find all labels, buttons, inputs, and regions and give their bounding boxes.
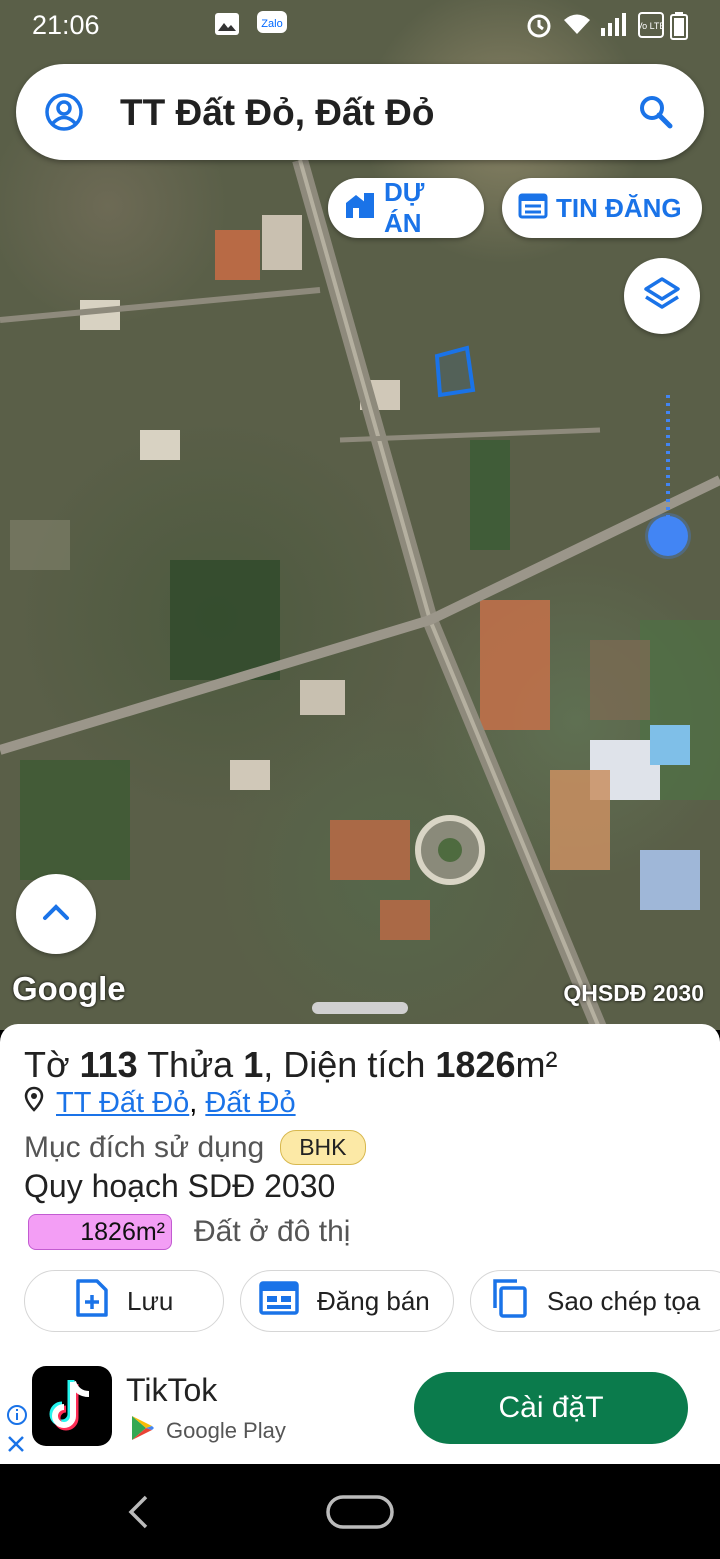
alarm-icon: [526, 12, 552, 44]
calendar-icon: [259, 1280, 299, 1323]
parcel-area-label: Diện tích: [283, 1044, 426, 1085]
location-dot-icon: [648, 516, 688, 556]
ad-store-row: Google Play: [130, 1414, 286, 1448]
copy-coordinates-button[interactable]: Sao chép tọa: [470, 1270, 720, 1332]
address-link-district[interactable]: Đất Đỏ: [205, 1087, 295, 1119]
zalo-label: Zalo: [261, 18, 282, 30]
copy-label: Sao chép tọa: [547, 1285, 701, 1316]
ad-app-name: TikTok: [126, 1372, 218, 1408]
search-bar[interactable]: TT Đất Đỏ, Đất Đỏ: [16, 64, 704, 160]
purpose-label: Mục đích sử dụng: [24, 1130, 265, 1164]
google-logo: Google: [12, 970, 126, 1007]
parcel-area-unit: m²: [515, 1044, 558, 1085]
search-title[interactable]: TT Đất Đỏ, Đất Đỏ: [120, 92, 434, 134]
parcel-address: TT Đất Đỏ, Đất Đỏ: [24, 1086, 296, 1120]
gallery-icon: [214, 12, 240, 42]
status-bar: 21:06 Zalo Vo LTE: [0, 0, 720, 50]
parcel-thua-number: 1: [243, 1044, 264, 1085]
battery-icon: [670, 12, 688, 46]
plan-landuse-label: Đất ở đô thị: [194, 1215, 351, 1248]
copy-icon: [489, 1278, 529, 1325]
layers-icon: [642, 274, 682, 319]
sell-label: Đăng bán: [317, 1285, 430, 1316]
tin-dang-button[interactable]: TIN ĐĂNG: [502, 178, 702, 238]
save-button[interactable]: Lưu: [24, 1270, 224, 1332]
wifi-icon: [562, 12, 592, 42]
volte-label: Vo LTE: [638, 21, 664, 31]
expand-sheet-button[interactable]: [16, 874, 96, 954]
du-an-button[interactable]: DỰ ÁN: [328, 177, 484, 238]
plan-title: Quy hoạch SDĐ 2030: [24, 1168, 336, 1204]
building-icon: [344, 191, 376, 226]
address-separator: ,: [189, 1086, 198, 1119]
overlay-layer-label: QHSDĐ 2030: [563, 980, 704, 1006]
plan-area-badge: 1826m²: [28, 1214, 172, 1250]
system-nav-bar: [0, 1464, 720, 1559]
layers-button[interactable]: [624, 258, 700, 334]
parcel-title: Tờ 113 Thửa 1, Diện tích 1826m²: [24, 1044, 558, 1085]
ad-store-label: Google Play: [166, 1418, 286, 1443]
chevron-up-icon: [42, 902, 70, 927]
sheet-drag-handle[interactable]: [312, 1002, 408, 1014]
plan-area-row: 1826m² Đất ở đô thị: [28, 1214, 350, 1250]
parcel-to-label: Tờ: [24, 1044, 70, 1085]
signal-icon: [600, 12, 628, 44]
listing-icon: [518, 191, 548, 226]
location-pin-icon: [24, 1086, 44, 1120]
ad-banner[interactable]: TikTok Google Play Cài đặT: [0, 1342, 720, 1464]
address-link-town[interactable]: TT Đất Đỏ: [56, 1087, 189, 1119]
tiktok-logo-icon: [32, 1366, 112, 1446]
purpose-code-badge: BHK: [280, 1130, 366, 1165]
volte-icon: Vo LTE: [637, 12, 665, 44]
ad-close-icon[interactable]: [6, 1434, 26, 1460]
account-icon[interactable]: [44, 92, 84, 137]
install-button[interactable]: Cài đặT: [414, 1372, 688, 1444]
search-icon[interactable]: [636, 92, 676, 137]
back-icon[interactable]: [126, 1494, 150, 1535]
home-icon[interactable]: [326, 1494, 394, 1535]
du-an-label: DỰ ÁN: [384, 177, 425, 238]
parcel-area-value: 1826: [435, 1044, 516, 1085]
ad-info-icon[interactable]: [6, 1404, 28, 1432]
land-purpose-row: Mục đích sử dụng BHK: [24, 1130, 366, 1165]
tin-dang-label: TIN ĐĂNG: [556, 192, 682, 223]
save-label: Lưu: [127, 1285, 174, 1316]
action-buttons: Lưu Đăng bán Sao chép tọa: [24, 1270, 720, 1336]
parcel-to-number: 113: [79, 1044, 138, 1085]
sell-button[interactable]: Đăng bán: [240, 1270, 454, 1332]
status-time: 21:06: [32, 10, 100, 40]
parcel-thua-label: Thửa: [147, 1044, 234, 1085]
google-play-icon: [130, 1414, 156, 1448]
zalo-icon: Zalo: [256, 10, 288, 44]
add-file-icon: [75, 1278, 109, 1325]
